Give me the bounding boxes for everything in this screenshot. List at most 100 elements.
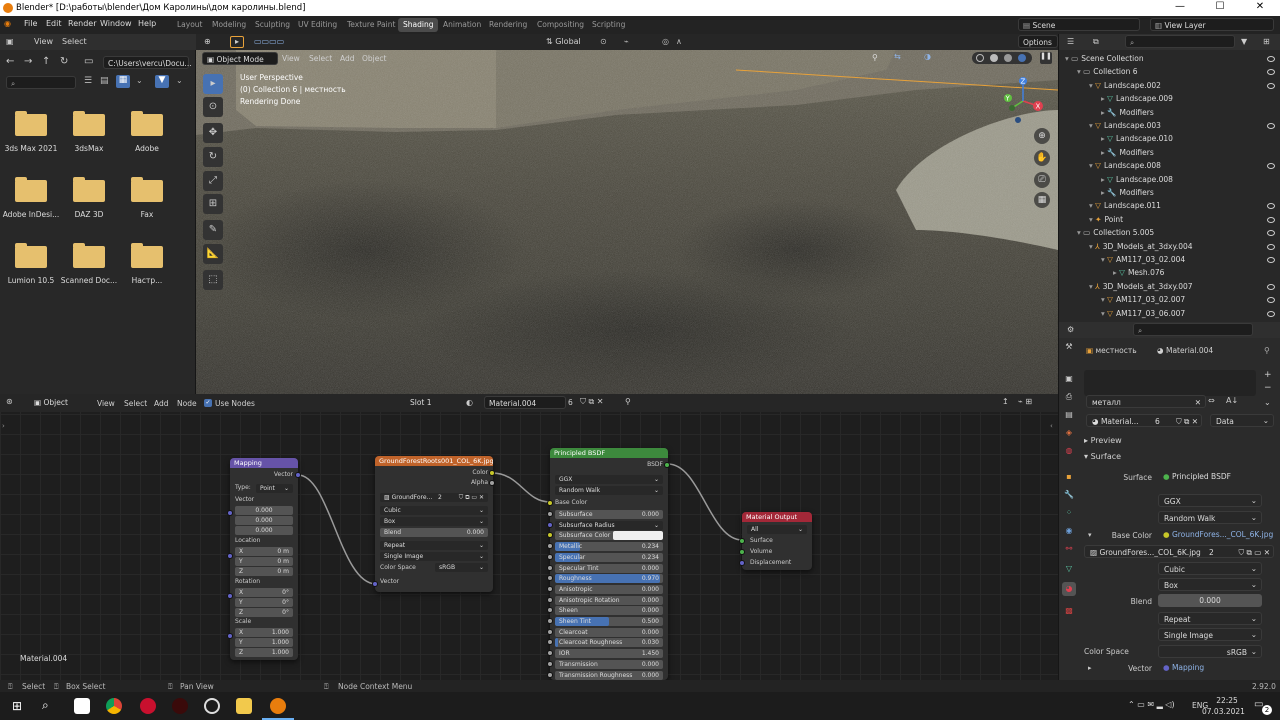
color-swatch[interactable] [613, 531, 663, 541]
input-socket[interactable] [547, 521, 553, 528]
color-output-socket[interactable] [489, 470, 495, 476]
ne-menu-add[interactable]: Add [154, 399, 169, 408]
folder-item[interactable]: 3ds Max 2021 [2, 110, 60, 168]
outliner-row[interactable]: ▸ ▽ Landscape.009 [1059, 94, 1280, 107]
principled-bsdf-node[interactable]: Principled BSDF BSDF GGX ⌄ Random Walk ⌄ B… [547, 448, 670, 680]
outliner-row[interactable]: ▾ ⅄ 3D_Models_at_3dxy.007 [1059, 282, 1280, 295]
3d-viewport[interactable]: ▣ Object Mode View Select Add Object ⚲ ⇆… [196, 50, 1058, 394]
bsdf-input-field[interactable]: Clearcoat 0.000 [555, 627, 663, 637]
data-tab-icon[interactable]: ▽ [1062, 562, 1076, 576]
snap-icon[interactable]: ⌁ [624, 37, 629, 46]
solid-shading-icon[interactable] [990, 54, 998, 62]
world-tab-icon[interactable]: ◍ [1062, 444, 1076, 458]
output-target-dropdown[interactable]: All ⌄ [747, 525, 807, 534]
visibility-eye-icon[interactable] [1267, 203, 1275, 210]
distribution-dropdown[interactable]: GGX ⌄ [555, 475, 663, 484]
image-texture-node[interactable]: GroundForestRoots001_COL_6K.jpg Color Al… [372, 456, 495, 592]
transform-orientation[interactable]: ⇅ Global [546, 37, 581, 46]
vp-menu-add[interactable]: Add [340, 54, 355, 63]
chrome-icon[interactable] [106, 698, 122, 714]
properties-search-input[interactable]: ⌕ [1133, 323, 1253, 336]
taskbar-search-icon[interactable]: ⌕ [42, 698, 49, 713]
extension-dropdown[interactable]: Repeat ⌄ [1158, 612, 1262, 625]
vector-y-field[interactable]: 0.000 [235, 516, 293, 525]
wireframe-shading-icon[interactable] [976, 54, 984, 62]
image-users[interactable]: 2 [1209, 548, 1214, 557]
zoom-icon[interactable]: ⊕ [1034, 128, 1050, 144]
blend-field[interactable]: Blend 0.000 [380, 528, 488, 537]
invert-filter-icon[interactable]: ⇔ [1208, 396, 1215, 405]
color-space-dropdown[interactable]: sRGB ⌄ [1158, 645, 1262, 658]
bsdf-node-header[interactable]: Principled BSDF [550, 448, 668, 458]
outliner-row[interactable]: ▾ ✦ Point [1059, 215, 1280, 228]
material-datablock-selector[interactable]: ◕ Material... 6 ⛉ ⧉ ✕ [1086, 414, 1202, 427]
tab-animation[interactable]: Animation [438, 18, 486, 32]
input-socket[interactable] [547, 628, 553, 635]
object-tab-icon[interactable]: ▪ [1062, 470, 1076, 484]
shader-node-editor[interactable]: Material.004 ‹ › Mapping Vector Type: Po… [0, 394, 1058, 680]
bsdf-output-socket[interactable] [664, 462, 670, 468]
image-actions-icons[interactable]: ⛉ ⧉ ▭ ✕ [459, 494, 484, 502]
vp-menu-object[interactable]: Object [362, 54, 386, 63]
bsdf-input-field[interactable]: Sheen 0.000 [555, 606, 663, 616]
subsurface-method-dropdown[interactable]: Random Walk ⌄ [555, 486, 663, 495]
outliner-row[interactable]: ▾ ▽ Landscape.008 [1059, 161, 1280, 174]
select-tool-icon[interactable]: ▸ [230, 36, 244, 48]
outliner-search-input[interactable]: ⌕ [1125, 35, 1235, 48]
scale-z-field[interactable]: Z 1.000 [235, 648, 293, 657]
cursor-tool-icon[interactable]: ⊙ [203, 97, 223, 117]
measure-tool-icon[interactable]: 📐 [203, 244, 223, 264]
alpha-output-socket[interactable] [489, 480, 495, 486]
menu-window[interactable]: Window [100, 19, 132, 28]
scene-tab-icon[interactable]: ◈ [1062, 426, 1076, 440]
outliner-row[interactable]: ▾ ⅄ 3D_Models_at_3dxy.004 [1059, 242, 1280, 255]
camera-app-icon[interactable] [204, 698, 220, 714]
visibility-eye-icon[interactable] [1267, 56, 1275, 62]
output-socket[interactable] [295, 472, 301, 478]
new-collection-icon[interactable]: ⊞ [1263, 37, 1270, 46]
input-socket[interactable] [547, 585, 553, 592]
scene-selector[interactable]: ▤ Scene [1018, 18, 1140, 31]
folder-item[interactable]: Adobe [118, 110, 176, 168]
scale-y-field[interactable]: Y 1.000 [235, 638, 293, 647]
explorer-icon[interactable] [236, 698, 252, 714]
visibility-eye-icon[interactable] [1267, 283, 1275, 290]
source-dropdown[interactable]: Single Image ⌄ [380, 552, 488, 561]
proportional-edit-icon[interactable]: ◎ [662, 37, 669, 46]
material-actions-icons[interactable]: ⛉ ⧉ ✕ [1176, 417, 1198, 426]
folder-item[interactable]: Scanned Doc... [60, 242, 118, 300]
nav-forward-icon[interactable]: → [24, 56, 32, 67]
gizmo-toggle-icon[interactable]: ⇆ [894, 52, 901, 61]
bsdf-input-field[interactable]: Subsurface Radius ⌄ [555, 520, 663, 530]
outliner-row[interactable]: ▾ ▽ Landscape.002 [1059, 81, 1280, 94]
overlay-toggle-icon[interactable]: ◑ [924, 52, 931, 61]
blender-taskbar-icon[interactable] [270, 698, 286, 714]
select-box-tool-icon[interactable]: ▸ [203, 74, 223, 94]
physics-tab-icon[interactable]: ◉ [1062, 524, 1076, 538]
base-color-link[interactable]: ● GroundFores..._COL_6K.jpg [1158, 528, 1274, 541]
filter-icon[interactable]: ▼ [155, 75, 169, 88]
display-thumbnails-icon[interactable]: ▦ [116, 75, 130, 88]
move-tool-icon[interactable]: ✥ [203, 123, 223, 143]
input-socket[interactable] [547, 660, 553, 667]
display-dropdown-icon[interactable]: ⌄ [136, 76, 143, 85]
use-nodes-checkbox[interactable]: ✓ [204, 399, 212, 407]
transform-tool-icon[interactable]: ⊞ [203, 194, 223, 214]
scale-x-field[interactable]: X 1.000 [235, 628, 293, 637]
material-shading-icon[interactable] [1004, 54, 1012, 62]
link-mode-dropdown[interactable]: Data ⌄ [1210, 414, 1274, 427]
file-path-field[interactable]: C:\Users\vercu\Docu... [103, 56, 192, 69]
vector-input-socket[interactable] [372, 581, 378, 587]
app-icon[interactable] [172, 698, 188, 714]
tab-compositing[interactable]: Compositing [532, 18, 589, 32]
input-socket[interactable] [547, 543, 553, 550]
slot-filter-input[interactable]: металл ✕ [1086, 395, 1206, 408]
menu-file[interactable]: File [24, 19, 37, 28]
menu-edit[interactable]: Edit [46, 19, 62, 28]
clock-date[interactable]: 07.03.2021 [1202, 707, 1245, 716]
interpolation-dropdown[interactable]: Cubic ⌄ [380, 506, 488, 515]
material-output-node[interactable]: Material Output All ⌄ Surface Volume Disp… [739, 512, 812, 570]
tab-modeling[interactable]: Modeling [207, 18, 251, 32]
tab-texture-paint[interactable]: Texture Paint [342, 18, 400, 32]
outliner-row[interactable]: ▾ ▽ Landscape.003 [1059, 121, 1280, 134]
